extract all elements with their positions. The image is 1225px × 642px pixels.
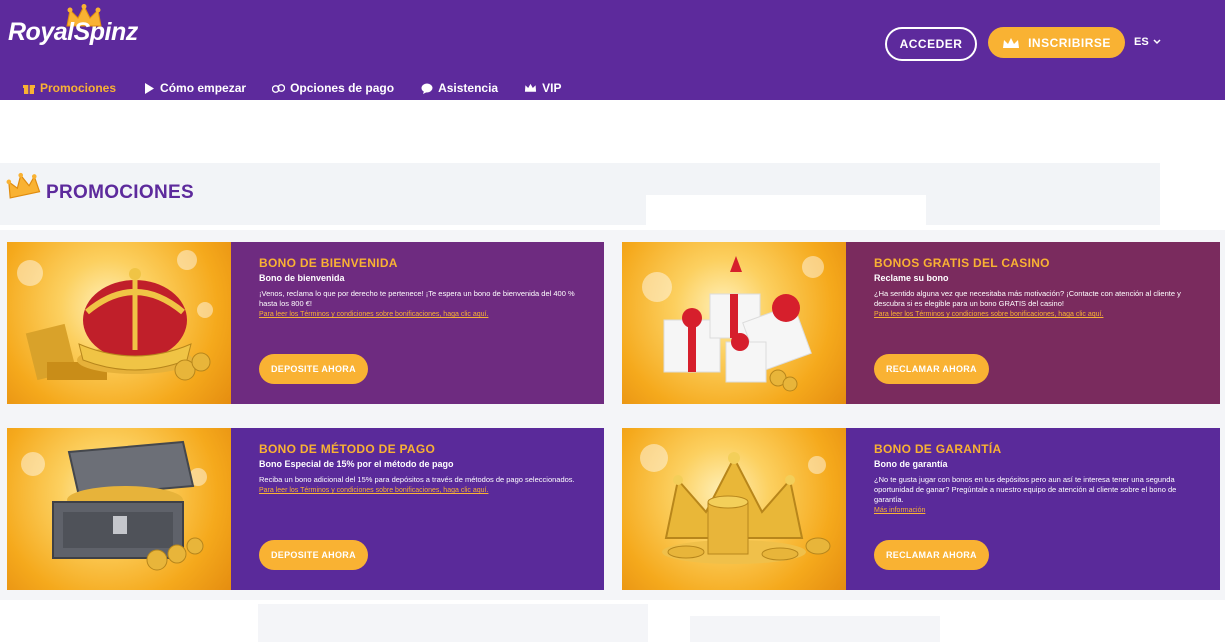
signup-button[interactable]: INSCRIBIRSE <box>988 27 1125 58</box>
page-title: PROMOCIONES <box>46 182 194 203</box>
nav-item-como-empezar[interactable]: Cómo empezar <box>142 81 246 95</box>
crown-icon <box>1003 37 1020 48</box>
promo-subtitle: Bono Especial de 15% por el método de pa… <box>259 459 454 469</box>
nav-label: Promociones <box>40 81 117 95</box>
promo-subtitle: Bono de bienvenida <box>259 273 345 283</box>
promo-text: ¿No te gusta jugar con bonos en tus depó… <box>874 475 1177 504</box>
promo-card-garantia: BONO DE GARANTÍA Bono de garantía ¿No te… <box>622 428 1220 590</box>
nav-item-vip[interactable]: VIP <box>524 81 561 95</box>
crown-icon <box>524 82 537 94</box>
nav-label: Asistencia <box>438 81 499 95</box>
promo-title: BONO DE BIENVENIDA <box>259 256 398 270</box>
promo-title: BONO DE MÉTODO DE PAGO <box>259 442 436 456</box>
nav-label: VIP <box>542 81 562 95</box>
login-button[interactable]: ACCEDER <box>885 27 977 61</box>
promo-text: Reciba un bono adicional del 15% para de… <box>259 475 575 484</box>
promo-card-body: BONOS GRATIS DEL CASINO Reclame su bono … <box>846 242 1220 404</box>
language-label: ES <box>1134 36 1149 48</box>
title-band-gap <box>646 195 926 225</box>
main-nav: Promociones Cómo empezar Opciones de pag… <box>22 78 561 98</box>
claim-now-button[interactable]: RECLAMAR AHORA <box>874 354 989 384</box>
deposit-now-button[interactable]: DEPOSITE AHORA <box>259 354 368 384</box>
signup-label: INSCRIBIRSE <box>1028 35 1111 50</box>
promo-card-bonos-gratis: BONOS GRATIS DEL CASINO Reclame su bono … <box>622 242 1220 404</box>
nav-label: Opciones de pago <box>290 81 395 95</box>
claim-now-button[interactable]: RECLAMAR AHORA <box>874 540 989 570</box>
promo-subtitle: Bono de garantía <box>874 459 948 469</box>
treasure-chest-image <box>7 428 231 590</box>
logo-text: RoyalSpinz <box>8 18 138 46</box>
promo-text: ¡Venos, reclama lo que por derecho te pe… <box>259 289 575 308</box>
deposit-now-button[interactable]: DEPOSITE AHORA <box>259 540 368 570</box>
terms-link[interactable]: Para leer los Términos y condiciones sob… <box>259 487 590 494</box>
footer-band <box>258 604 648 642</box>
coins-icon <box>272 82 286 94</box>
nav-item-opciones-de-pago[interactable]: Opciones de pago <box>272 81 394 95</box>
crown-icon <box>6 172 41 199</box>
nav-label: Cómo empezar <box>160 81 247 95</box>
site-header: RoyalSpinz ACCEDER INSCRIBIRSE ES Promoc… <box>0 0 1225 100</box>
crown-treasure-image <box>7 242 231 404</box>
chat-icon <box>420 82 433 94</box>
promo-card-bienvenida: BONO DE BIENVENIDA Bono de bienvenida ¡V… <box>7 242 604 404</box>
royalspinz-logo[interactable]: RoyalSpinz <box>8 4 148 56</box>
promo-card-body: BONO DE BIENVENIDA Bono de bienvenida ¡V… <box>231 242 604 404</box>
gold-crown-coins-image <box>622 428 846 590</box>
promo-card-body: BONO DE MÉTODO DE PAGO Bono Especial de … <box>231 428 604 590</box>
footer-band <box>690 616 940 642</box>
terms-link[interactable]: Para leer los Términos y condiciones sob… <box>259 311 590 318</box>
more-info-link[interactable]: Más información <box>874 507 1206 514</box>
language-selector[interactable]: ES <box>1134 36 1161 48</box>
promo-subtitle: Reclame su bono <box>874 273 949 283</box>
gift-boxes-image <box>622 242 846 404</box>
nav-item-asistencia[interactable]: Asistencia <box>420 81 498 95</box>
promo-card-body: BONO DE GARANTÍA Bono de garantía ¿No te… <box>846 428 1220 590</box>
chevron-down-icon <box>1153 39 1161 45</box>
nav-item-promociones[interactable]: Promociones <box>22 81 116 95</box>
play-icon <box>142 82 155 94</box>
promo-text: ¿Ha sentido alguna vez que necesitaba má… <box>874 289 1181 308</box>
promo-card-metodo-de-pago: BONO DE MÉTODO DE PAGO Bono Especial de … <box>7 428 604 590</box>
terms-link[interactable]: Para leer los Términos y condiciones sob… <box>874 311 1206 318</box>
promo-title: BONO DE GARANTÍA <box>874 442 1002 456</box>
gift-icon <box>22 82 35 94</box>
promo-title: BONOS GRATIS DEL CASINO <box>874 256 1050 270</box>
